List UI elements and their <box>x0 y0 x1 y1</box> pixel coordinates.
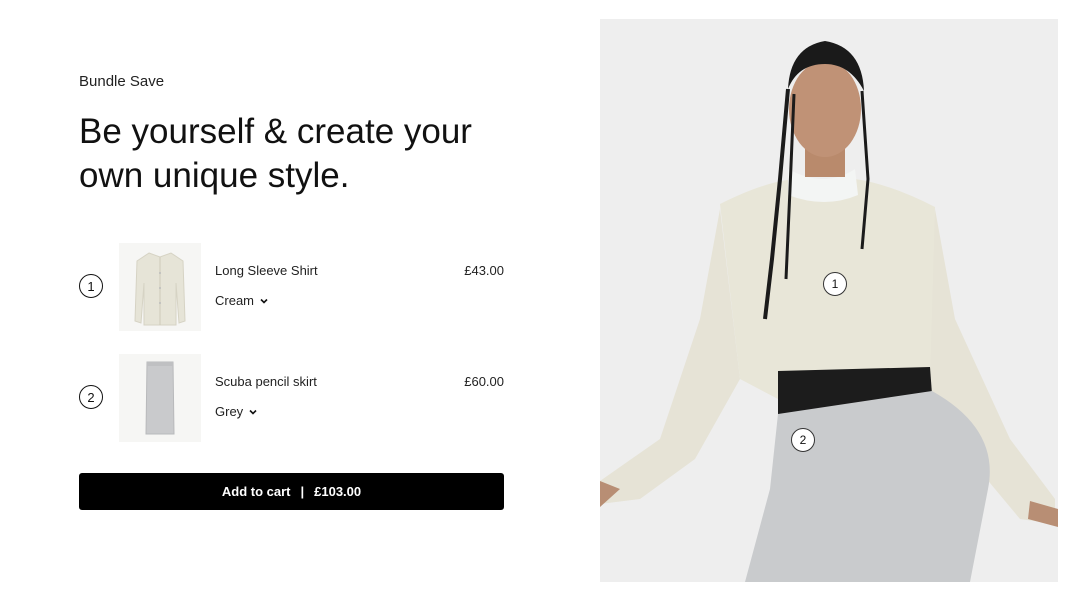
item-price: £43.00 <box>464 263 504 278</box>
cardigan-icon <box>119 243 201 331</box>
add-to-cart-button[interactable]: Add to cart | £103.00 <box>79 473 504 510</box>
cardigan-thumbnail[interactable] <box>119 243 201 331</box>
skirt-icon <box>119 354 201 442</box>
item-name: Long Sleeve Shirt <box>215 263 318 278</box>
bundle-headline: Be yourself & create your own unique sty… <box>79 112 472 195</box>
model-illustration <box>600 19 1058 582</box>
variant-select[interactable]: Grey <box>215 404 258 419</box>
variant-select[interactable]: Cream <box>215 293 269 308</box>
model-hero-image: 1 2 <box>600 19 1058 582</box>
item-number-badge: 1 <box>79 274 103 298</box>
button-separator: | <box>300 484 305 499</box>
bundle-eyebrow: Bundle Save <box>79 73 165 90</box>
item-price: £60.00 <box>464 374 504 389</box>
item-name: Scuba pencil skirt <box>215 374 317 389</box>
hotspot-1[interactable]: 1 <box>823 272 847 296</box>
item-number-badge: 2 <box>79 385 103 409</box>
variant-value: Grey <box>215 404 244 419</box>
cart-total: £103.00 <box>314 484 362 499</box>
bundle-panel: Bundle Save Be yourself & create your ow… <box>79 0 504 612</box>
hotspot-2[interactable]: 2 <box>791 428 815 452</box>
chevron-down-icon <box>260 298 268 304</box>
variant-value: Cream <box>215 293 255 308</box>
skirt-thumbnail[interactable] <box>119 354 201 442</box>
chevron-down-icon <box>249 409 257 415</box>
bundle-item: 2 Scuba pencil skirt £60.00 Grey <box>79 354 504 442</box>
bundle-item: 1 Long Sleeve Shirt £43.00 Cream <box>79 243 504 331</box>
add-to-cart-label: Add to cart <box>221 484 291 499</box>
